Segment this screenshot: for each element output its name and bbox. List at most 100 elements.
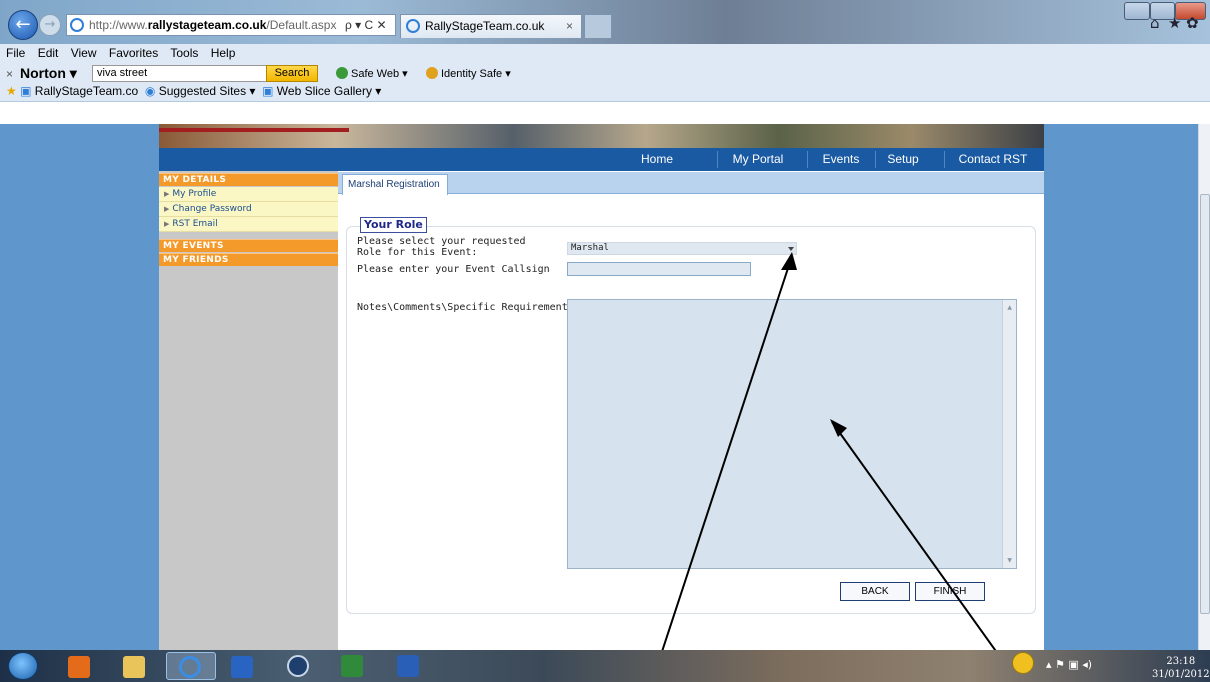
site-nav: Home My Portal Events Setup Contact RST xyxy=(159,148,1044,171)
scrollbar-thumb[interactable] xyxy=(1200,194,1210,614)
favorites-bar: ★ ▣ RallyStageTeam.co ◉ Suggested Sites … xyxy=(6,84,381,98)
page-scrollbar[interactable] xyxy=(1198,124,1210,650)
fav-link-rallystageteam[interactable]: ▣ RallyStageTeam.co xyxy=(20,84,138,98)
arrow-right-icon: ▶ xyxy=(164,220,170,228)
word-icon xyxy=(397,655,419,677)
taskbar-hp[interactable] xyxy=(282,652,316,680)
fav-link-web-slice[interactable]: ▣ Web Slice Gallery ▾ xyxy=(262,84,381,98)
ie-icon: ◉ xyxy=(144,84,156,98)
fav-link-suggested-sites[interactable]: ◉ Suggested Sites ▾ xyxy=(145,84,256,98)
scroll-down-icon[interactable]: ▼ xyxy=(1007,557,1012,564)
forward-arrow-icon: → xyxy=(44,17,56,32)
excel-icon xyxy=(341,655,363,677)
sidebar-link-label: RST Email xyxy=(172,219,218,229)
sidebar-heading-my-friends[interactable]: My Friends xyxy=(159,253,338,266)
norton-search-input[interactable]: viva street xyxy=(92,65,268,82)
browser-tab[interactable]: RallyStageTeam.co.uk × xyxy=(400,14,582,38)
fav-link-rallystageteam-label: RallyStageTeam.co xyxy=(34,84,139,98)
taskbar-word[interactable] xyxy=(392,652,426,680)
notification-warning-icon[interactable] xyxy=(1012,652,1034,674)
settings-gear-icon[interactable]: ✿ xyxy=(1186,14,1199,32)
taskbar-excel[interactable] xyxy=(336,652,370,680)
callsign-label: Please enter your Event Callsign xyxy=(357,264,550,275)
identity-safe-icon xyxy=(426,67,438,79)
menu-favorites[interactable]: Favorites xyxy=(109,46,158,60)
chevron-down-icon[interactable] xyxy=(788,247,794,251)
page-icon: ▣ xyxy=(262,84,274,98)
hp-icon xyxy=(287,655,309,677)
screen: ← → http://www.rallystageteam.co.uk/Defa… xyxy=(0,0,1210,682)
menu-file[interactable]: File xyxy=(6,46,25,60)
address-bar[interactable]: http://www.rallystageteam.co.uk/Default.… xyxy=(66,14,396,36)
ie-icon xyxy=(179,656,201,678)
nav-contact-rst[interactable]: Contact RST xyxy=(951,148,1035,171)
start-button[interactable] xyxy=(8,652,38,680)
sidebar-heading-my-details[interactable]: My Details xyxy=(159,173,338,186)
notes-label: Notes\Comments\Specific Requirements: xyxy=(357,302,580,313)
favorites-star-icon-small[interactable]: ★ xyxy=(6,84,17,98)
clock-time: 23:18 xyxy=(1166,656,1196,667)
sidebar-heading-my-events[interactable]: My Events xyxy=(159,239,338,252)
nav-setup[interactable]: Setup xyxy=(879,148,927,171)
site-banner-image xyxy=(159,124,1044,148)
sidebar-link-my-profile[interactable]: ▶ My Profile xyxy=(159,187,338,202)
tab-close-icon[interactable]: × xyxy=(566,15,573,37)
menu-help[interactable]: Help xyxy=(211,46,236,60)
nav-my-portal[interactable]: My Portal xyxy=(722,148,794,171)
back-arrow-icon: ← xyxy=(15,14,31,35)
tab-marshal-registration[interactable]: Marshal Registration xyxy=(342,174,448,195)
minimize-button[interactable] xyxy=(1124,2,1150,20)
sidebar-link-rst-email[interactable]: ▶ RST Email xyxy=(159,217,338,232)
address-prefix: http://www. xyxy=(89,18,148,32)
notes-textarea[interactable]: ▲ ▼ xyxy=(567,299,1017,569)
page-icon: ▣ xyxy=(20,84,32,98)
banner-red-stripe xyxy=(159,128,349,132)
address-controls[interactable]: ρ ▾ C ✕ xyxy=(345,15,387,35)
tray-icons[interactable]: ▴ ⚑ ▣ ◂) xyxy=(1046,658,1092,671)
role-legend: Your Role xyxy=(360,217,427,233)
role-select-value: Marshal xyxy=(571,243,609,253)
nav-events[interactable]: Events xyxy=(814,148,868,171)
nav-separator xyxy=(944,151,945,168)
callsign-input[interactable] xyxy=(567,262,751,276)
menu-bar: File Edit View Favorites Tools Help xyxy=(6,46,244,60)
role-select[interactable]: Marshal xyxy=(567,242,797,255)
forward-button[interactable]: → xyxy=(39,14,61,36)
norton-search-button[interactable]: Search xyxy=(266,65,318,82)
finish-button[interactable]: FINISH xyxy=(915,582,985,601)
menu-edit[interactable]: Edit xyxy=(38,46,59,60)
safe-web-button[interactable]: Safe Web ▾ xyxy=(336,67,408,80)
clock[interactable]: 23:18 31/01/2012 xyxy=(1152,655,1210,681)
new-tab-button[interactable] xyxy=(584,14,612,38)
fav-link-web-slice-label: Web Slice Gallery ▾ xyxy=(276,84,382,98)
safe-web-icon xyxy=(336,67,348,79)
menu-view[interactable]: View xyxy=(71,46,97,60)
sidebar-link-label: Change Password xyxy=(172,204,252,214)
taskbar-app-chart[interactable] xyxy=(226,652,260,680)
media-player-icon xyxy=(68,656,90,678)
sidebar-link-change-password[interactable]: ▶ Change Password xyxy=(159,202,338,217)
chart-app-icon xyxy=(231,656,253,678)
identity-safe-label: Identity Safe ▾ xyxy=(441,68,511,80)
nav-separator xyxy=(717,151,718,168)
menu-tools[interactable]: Tools xyxy=(170,46,198,60)
address-path: /Default.aspx xyxy=(266,18,337,32)
norton-logo[interactable]: Norton ▾ xyxy=(20,65,77,82)
clock-date: 31/01/2012 xyxy=(1152,669,1210,680)
ie-tab-icon xyxy=(406,19,420,33)
fav-link-suggested-sites-label: Suggested Sites ▾ xyxy=(158,84,256,98)
taskbar-ie[interactable] xyxy=(166,652,216,680)
norton-close-icon[interactable]: × xyxy=(6,67,13,81)
notes-scrollbar[interactable]: ▲ ▼ xyxy=(1002,300,1016,568)
identity-safe-button[interactable]: Identity Safe ▾ xyxy=(426,67,511,80)
favorites-star-icon[interactable]: ★ xyxy=(1168,14,1181,32)
nav-home[interactable]: Home xyxy=(631,148,683,171)
back-button-form[interactable]: BACK xyxy=(840,582,910,601)
taskbar-media-player[interactable] xyxy=(64,652,94,680)
back-button[interactable]: ← xyxy=(8,10,38,40)
home-icon[interactable]: ⌂ xyxy=(1150,14,1160,32)
folder-icon xyxy=(123,656,145,678)
role-label-line2: Role for this Event: xyxy=(357,247,478,258)
taskbar-explorer[interactable] xyxy=(118,652,152,680)
scroll-up-icon[interactable]: ▲ xyxy=(1007,304,1012,311)
